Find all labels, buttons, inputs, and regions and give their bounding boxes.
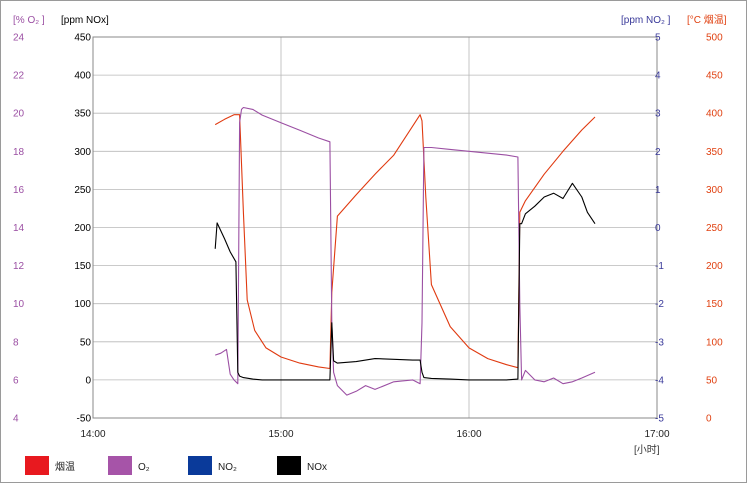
series-line-nox — [214, 182, 596, 381]
o2-tick-label: 18 — [13, 147, 25, 158]
nox-tick-label: 200 — [74, 223, 91, 234]
o2-tick-label: 24 — [13, 33, 25, 44]
no2-tick-label: 3 — [655, 109, 661, 120]
no2-tick-label: 1 — [655, 185, 661, 196]
temp-tick-label: 450 — [706, 71, 723, 82]
nox-unit-header: [ppm NOx] — [61, 15, 109, 26]
x-tick-label: 14:00 — [80, 429, 105, 440]
nox-tick-label: 350 — [74, 109, 91, 120]
no2-tick-label: -4 — [655, 375, 664, 386]
o2-tick-label: 8 — [13, 337, 19, 348]
axis-unit-headers: [% O₂ ] [ppm NOx] [ppm NO₂ ] [°C 烟温] — [13, 13, 727, 26]
o2-tick-label: 12 — [13, 261, 25, 272]
legend-swatch — [188, 456, 212, 475]
chart-frame: [% O₂ ] [ppm NOx] [ppm NO₂ ] [°C 烟温] 4 6 8… — [0, 0, 747, 483]
temp-tick-label: 500 — [706, 33, 723, 44]
temp-tick-label: 300 — [706, 185, 723, 196]
no2-tick-label: 2 — [655, 147, 661, 158]
legend-swatch — [25, 456, 49, 475]
temp-tick-label: 150 — [706, 299, 723, 310]
no2-tick-label: 0 — [655, 223, 661, 234]
temp-tick-label: 200 — [706, 261, 723, 272]
no2-tick-label: 4 — [655, 71, 661, 82]
temp-tick-label: 400 — [706, 109, 723, 120]
nox-tick-label: 400 — [74, 71, 91, 82]
o2-tick-label: 14 — [13, 223, 25, 234]
nox-tick-label: 50 — [80, 337, 92, 348]
axis-ticks: 4681012141618202224-50050100150200250300… — [13, 33, 723, 441]
o2-tick-label: 20 — [13, 109, 25, 120]
chart-grid — [92, 36, 658, 419]
no2-tick-label: -3 — [655, 337, 664, 348]
o2-tick-label: 6 — [13, 375, 19, 386]
nox-tick-label: 0 — [85, 375, 91, 386]
nox-tick-label: 450 — [74, 33, 91, 44]
no2-tick-label: -1 — [655, 261, 664, 272]
legend-swatch — [277, 456, 301, 475]
o2-unit-header: [% O₂ ] — [13, 15, 45, 26]
no2-tick-label: -2 — [655, 299, 664, 310]
x-tick-label: 17:00 — [644, 429, 669, 440]
temp-tick-label: 50 — [706, 375, 718, 386]
temp-tick-label: 350 — [706, 147, 723, 158]
legend-swatch — [108, 456, 132, 475]
nox-tick-label: 300 — [74, 147, 91, 158]
nox-tick-label: -50 — [77, 414, 92, 425]
x-axis-label: [小时] — [634, 444, 660, 456]
no2-tick-label: -5 — [655, 414, 664, 425]
o2-tick-label: 10 — [13, 299, 25, 310]
temp-unit-header: [°C 烟温] — [687, 13, 727, 26]
series-line-temp — [214, 114, 596, 370]
legend-label: 烟温 — [55, 460, 75, 473]
nox-tick-label: 150 — [74, 261, 91, 272]
chart: [% O₂ ] [ppm NOx] [ppm NO₂ ] [°C 烟温] 4 6 8… — [13, 13, 727, 475]
nox-tick-label: 100 — [74, 299, 91, 310]
series-lines — [214, 106, 596, 396]
legend-label: O₂ — [138, 462, 150, 473]
temp-tick-label: 100 — [706, 337, 723, 348]
o2-tick-label: 4 — [13, 414, 19, 425]
temp-tick-label: 0 — [706, 414, 712, 425]
nox-tick-label: 250 — [74, 185, 91, 196]
o2-tick-label: 22 — [13, 71, 25, 82]
x-tick-label: 15:00 — [268, 429, 293, 440]
legend: 烟温 O₂ NO₂ NOx — [25, 456, 327, 475]
legend-label: NO₂ — [218, 462, 237, 473]
o2-tick-label: 16 — [13, 185, 25, 196]
no2-tick-label: 5 — [655, 33, 661, 44]
no2-unit-header: [ppm NO₂ ] — [621, 15, 671, 26]
legend-label: NOx — [307, 462, 327, 473]
temp-tick-label: 250 — [706, 223, 723, 234]
x-tick-label: 16:00 — [456, 429, 481, 440]
